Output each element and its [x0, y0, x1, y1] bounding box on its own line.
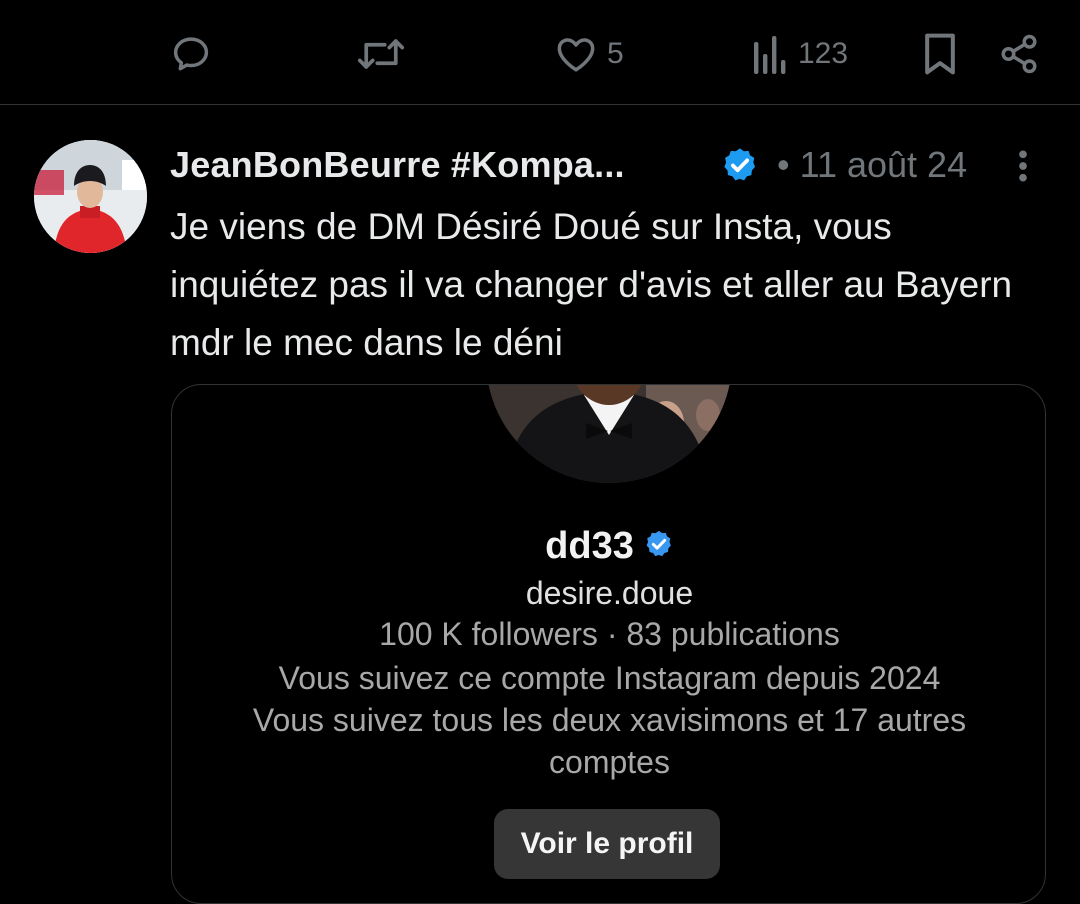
like-count: 5: [607, 37, 624, 70]
reply-button[interactable]: [170, 28, 212, 80]
reply-bubble-icon: [170, 33, 212, 75]
ig-name-row: dd33: [172, 525, 1045, 568]
tweet-action-bar: 5 123: [0, 0, 1080, 105]
share-icon: [998, 33, 1040, 75]
ig-verified-icon: [644, 529, 674, 564]
tweet: JeanBonBeurre #Kompa... • 11 août 24 Je …: [0, 106, 1080, 904]
ig-username: dd33: [545, 525, 634, 567]
heart-icon: [555, 34, 597, 74]
verified-badge-icon: [721, 146, 759, 184]
author-avatar[interactable]: [34, 140, 147, 253]
attached-image-card[interactable]: dd33 desire.doue 100 K followers · 83 pu…: [171, 384, 1046, 904]
ig-stats: 100 K followers · 83 publications: [379, 616, 840, 652]
views-button[interactable]: 123: [752, 28, 848, 80]
ig-mutuals-line-1: Vous suivez tous les deux xavisimons et …: [252, 702, 967, 738]
views-count: 123: [798, 37, 849, 70]
more-options-icon[interactable]: [1010, 146, 1036, 186]
share-button[interactable]: [998, 28, 1040, 80]
ig-follow-since: Vous suivez ce compte Instagram depuis 2…: [278, 660, 941, 696]
tweet-text: Je viens de DM Désiré Doué sur Insta, vo…: [170, 206, 1013, 363]
retweet-icon: [357, 33, 405, 75]
bookmark-button[interactable]: [921, 28, 959, 80]
view-profile-button[interactable]: Voir le profil: [494, 809, 720, 879]
views-chart-icon: [752, 34, 788, 74]
ig-handle: desire.doue: [525, 575, 694, 611]
bookmark-icon: [921, 32, 959, 76]
tweet-header: JeanBonBeurre #Kompa... • 11 août 24: [170, 144, 1050, 190]
profile-photo: [486, 385, 732, 483]
like-button[interactable]: 5: [555, 28, 624, 80]
tweet-timestamp[interactable]: • 11 août 24: [777, 144, 967, 186]
ig-mutuals-line-2: comptes: [549, 744, 670, 780]
retweet-button[interactable]: [357, 28, 405, 80]
author-display-name[interactable]: JeanBonBeurre #Kompa...: [170, 144, 625, 186]
